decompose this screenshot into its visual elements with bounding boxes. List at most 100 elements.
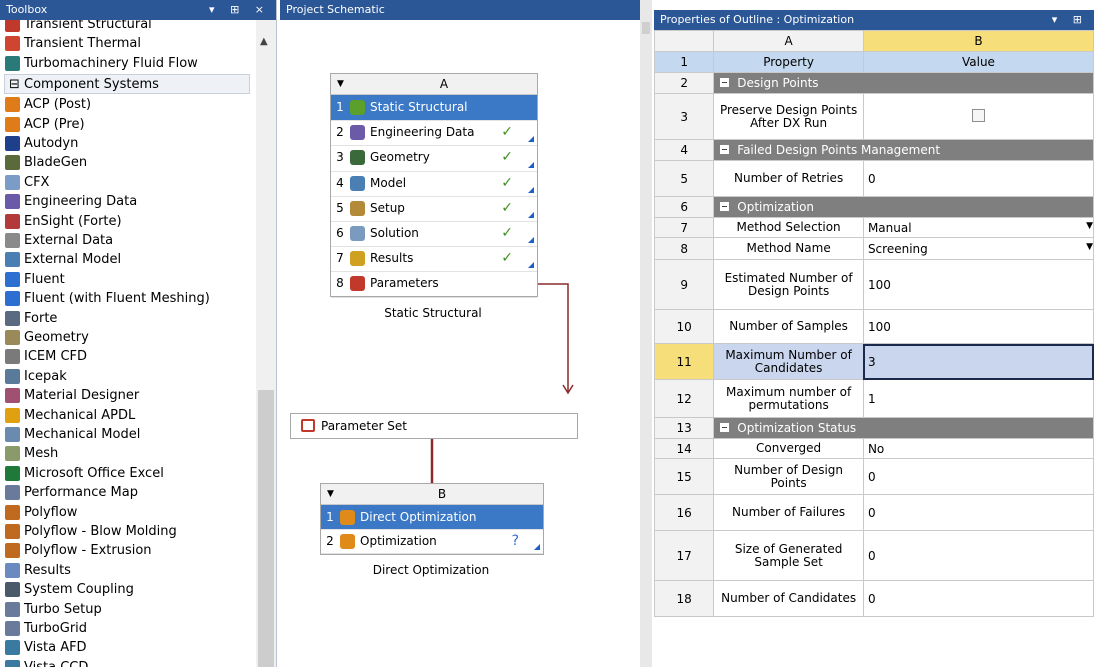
system-b-name[interactable]: Direct Optimization — [320, 563, 542, 577]
toolbox-item[interactable]: ICEM CFD — [0, 347, 256, 366]
schematic-scrollbar[interactable] — [640, 0, 652, 667]
property-value[interactable]: 100 — [862, 309, 1094, 344]
toolbox-item[interactable]: Mesh — [0, 444, 256, 463]
property-row[interactable]: 3 Preserve Design Points After DX Run — [654, 93, 1094, 140]
column-a-header[interactable]: A — [713, 30, 864, 52]
toolbox-item[interactable]: Transient Thermal — [0, 34, 256, 53]
system-cell[interactable]: 6 Solution ✓ — [331, 221, 537, 248]
scrollbar-thumb[interactable] — [258, 390, 274, 667]
system-cell[interactable]: 7 Results ✓ — [331, 246, 537, 273]
toolbox-item[interactable]: Fluent — [0, 270, 256, 289]
scroll-up-icon[interactable]: ▲ — [260, 36, 268, 47]
system-b-direct-optimization[interactable]: ▼ B 1 Direct Optimization 2 Optimization? — [320, 483, 544, 555]
collapse-icon[interactable] — [720, 78, 730, 87]
property-value[interactable]: No — [862, 438, 1094, 459]
preserve-design-points-checkbox[interactable] — [971, 108, 985, 122]
scrollbar-thumb[interactable] — [642, 22, 650, 34]
toolbox-item[interactable]: Vista CCD — [0, 658, 256, 667]
property-row[interactable]: 10 Number of Samples 100 — [654, 309, 1094, 344]
toolbox-item[interactable]: ACP (Post) — [0, 95, 256, 114]
property-row[interactable]: 9 Estimated Number of Design Points 100 — [654, 259, 1094, 310]
collapse-icon[interactable] — [720, 145, 730, 154]
property-value[interactable] — [862, 93, 1094, 140]
property-value[interactable]: 0 — [862, 580, 1094, 617]
toolbox-item[interactable]: Vista AFD — [0, 638, 256, 657]
toolbox-item[interactable]: TurboGrid — [0, 619, 256, 638]
group-row[interactable]: 6 Optimization — [654, 196, 1094, 218]
system-cell[interactable]: 4 Model ✓ — [331, 171, 537, 197]
group-header[interactable]: Optimization — [713, 196, 1094, 218]
system-menu-icon[interactable]: ▼ — [327, 484, 334, 504]
system-cell[interactable]: 1 Static Structural — [331, 95, 537, 122]
toolbox-item[interactable]: External Data — [0, 231, 256, 250]
property-value[interactable]: 1 — [862, 379, 1094, 418]
property-row[interactable]: 17 Size of Generated Sample Set 0 — [654, 530, 1094, 581]
system-cell[interactable]: 1 Direct Optimization — [321, 505, 543, 530]
system-menu-icon[interactable]: ▼ — [337, 74, 344, 94]
system-cell[interactable]: 3 Geometry ✓ — [331, 145, 537, 172]
system-cell[interactable]: 8 Parameters — [331, 271, 537, 298]
toolbox-item[interactable]: Autodyn — [0, 134, 256, 153]
toolbox-item[interactable]: Geometry — [0, 328, 256, 347]
toolbox-item[interactable]: Polyflow — [0, 503, 256, 522]
toolbox-item[interactable]: Forte — [0, 309, 256, 328]
toolbox-item[interactable]: Results — [0, 561, 256, 580]
property-row[interactable]: 12 Maximum number of permutations 1 — [654, 379, 1094, 418]
property-row[interactable]: 5 Number of Retries 0 — [654, 160, 1094, 197]
property-value[interactable]: 3 — [862, 343, 1094, 380]
toolbox-item[interactable]: Mechanical APDL — [0, 406, 256, 425]
system-cell[interactable]: 5 Setup ✓ — [331, 196, 537, 222]
toolbox-item[interactable]: System Coupling — [0, 580, 256, 599]
group-row[interactable]: 13 Optimization Status — [654, 417, 1094, 439]
collapse-icon[interactable] — [720, 202, 730, 211]
toolbox-item[interactable]: Polyflow - Extrusion — [0, 541, 256, 560]
property-row[interactable]: 8 Method Name Screening ▼ — [654, 237, 1094, 260]
property-value[interactable]: 0 — [862, 530, 1094, 581]
properties-controls[interactable]: ▾ ⊞ — [1052, 10, 1088, 30]
column-b-header[interactable]: B — [862, 30, 1094, 52]
system-a-name[interactable]: Static Structural — [330, 306, 536, 320]
property-row[interactable]: 18 Number of Candidates 0 — [654, 580, 1094, 617]
toolbox-item[interactable]: Polyflow - Blow Molding — [0, 522, 256, 541]
group-row[interactable]: 4 Failed Design Points Management — [654, 139, 1094, 161]
toolbox-item[interactable]: Turbo Setup — [0, 600, 256, 619]
parameter-set-bar[interactable]: Parameter Set — [290, 413, 578, 439]
toolbox-item[interactable]: Transient Structural — [0, 20, 256, 34]
property-row[interactable]: 16 Number of Failures 0 — [654, 494, 1094, 531]
group-header[interactable]: Optimization Status — [713, 417, 1094, 439]
system-cell[interactable]: 2 Engineering Data ✓ — [331, 120, 537, 147]
toolbox-item[interactable]: Icepak — [0, 367, 256, 386]
toolbox-item[interactable]: Engineering Data — [0, 192, 256, 211]
property-value[interactable]: 100 — [862, 259, 1094, 310]
toolbox-item[interactable]: CFX — [0, 173, 256, 192]
property-value[interactable]: 0 — [862, 494, 1094, 531]
collapse-icon[interactable] — [720, 423, 730, 432]
dropdown-arrow-icon[interactable]: ▼ — [1086, 242, 1093, 252]
toolbox-item[interactable]: Turbomachinery Fluid Flow — [0, 54, 256, 73]
toolbox-item[interactable]: Material Designer — [0, 386, 256, 405]
group-header[interactable]: Design Points — [713, 72, 1094, 94]
toolbox-item[interactable]: Performance Map — [0, 483, 256, 502]
toolbox-item[interactable]: Microsoft Office Excel — [0, 464, 256, 483]
property-value[interactable]: 0 — [862, 160, 1094, 197]
dropdown-arrow-icon[interactable]: ▼ — [1086, 221, 1093, 231]
system-a-static-structural[interactable]: ▼ A 1 Static Structural 2 Engineering Data ✓… — [330, 73, 538, 298]
toolbox-item[interactable]: Fluent (with Fluent Meshing) — [0, 289, 256, 308]
toolbox-scrollbar[interactable]: ▲ — [256, 20, 276, 667]
property-value[interactable]: 0 — [862, 458, 1094, 495]
toolbox-item[interactable]: Mechanical Model — [0, 425, 256, 444]
group-row[interactable]: 2 Design Points — [654, 72, 1094, 94]
property-value[interactable]: Manual ▼ — [862, 217, 1094, 238]
component-systems-group[interactable]: ⊟ Component Systems — [4, 74, 250, 95]
property-row[interactable]: 11 Maximum Number of Candidates 3 — [654, 343, 1094, 380]
toolbox-controls[interactable]: ▾ ⊞ × — [209, 0, 270, 20]
toolbox-item[interactable]: ACP (Pre) — [0, 115, 256, 134]
property-row[interactable]: 15 Number of Design Points 0 — [654, 458, 1094, 495]
property-value[interactable]: Screening ▼ — [862, 237, 1094, 260]
toolbox-item[interactable]: External Model — [0, 250, 256, 269]
group-header[interactable]: Failed Design Points Management — [713, 139, 1094, 161]
toolbox-item[interactable]: BladeGen — [0, 153, 256, 172]
property-row[interactable]: 7 Method Selection Manual ▼ — [654, 217, 1094, 238]
property-row[interactable]: 14 Converged No — [654, 438, 1094, 459]
system-cell[interactable]: 2 Optimization? — [321, 529, 543, 554]
